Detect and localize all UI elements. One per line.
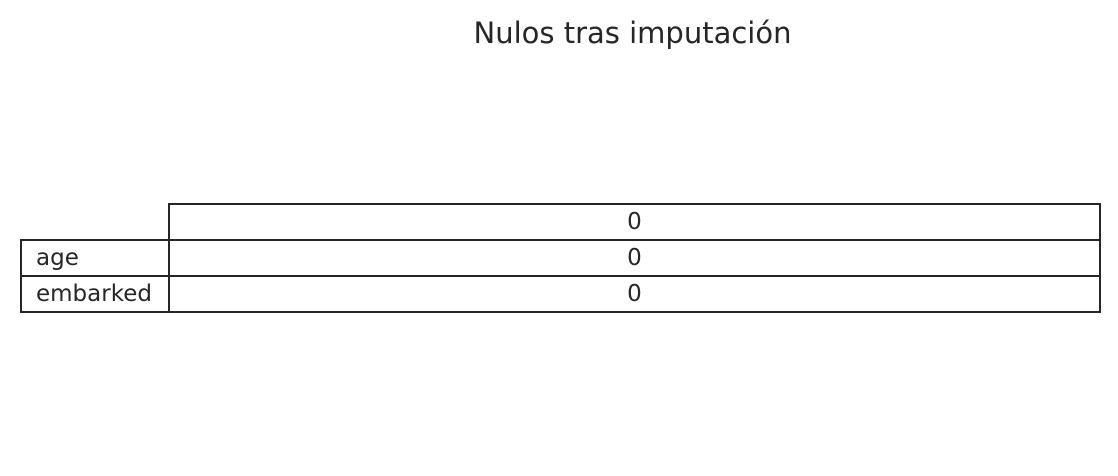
row-label: embarked — [20, 275, 170, 313]
table-header-row: 0 — [21, 203, 1101, 241]
data-table: 0 age 0 embarked 0 — [20, 203, 1101, 313]
table-row: embarked 0 — [20, 275, 1101, 313]
chart-title: Nulos tras imputación — [473, 16, 792, 50]
column-header: 0 — [168, 203, 1101, 241]
table-cell: 0 — [168, 275, 1101, 313]
table-cell: 0 — [168, 239, 1101, 277]
table-corner-cell — [21, 204, 170, 241]
table-row: age 0 — [20, 239, 1101, 277]
row-label: age — [20, 239, 170, 277]
